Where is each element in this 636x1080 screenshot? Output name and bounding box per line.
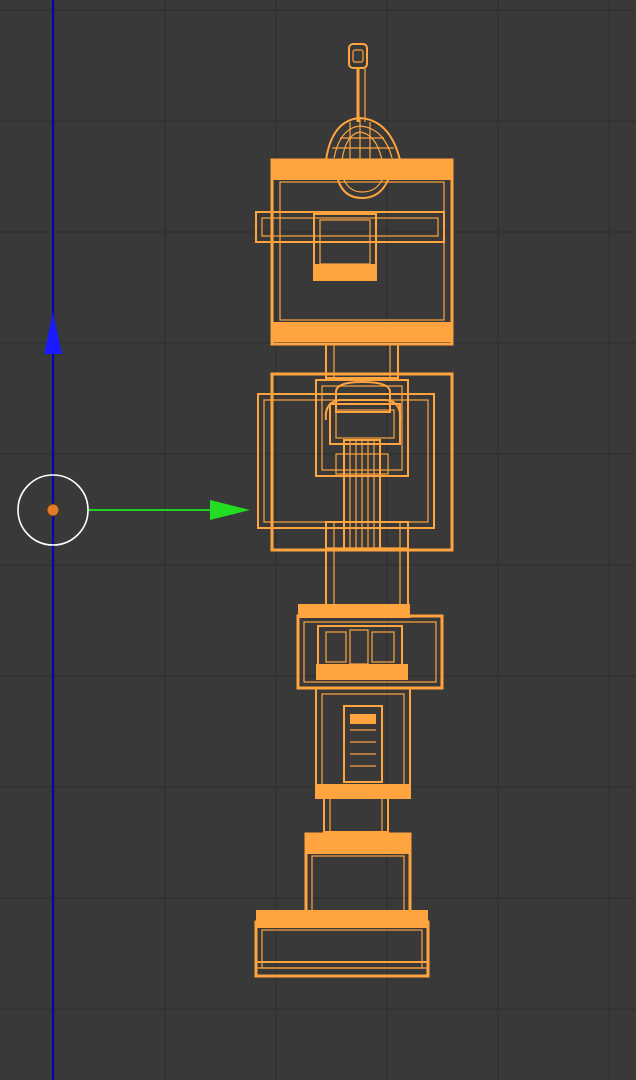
- base-plate: [254, 910, 430, 978]
- waist: [325, 521, 409, 607]
- object-origin-icon[interactable]: [46, 503, 60, 517]
- hip-belt: [296, 604, 444, 690]
- z-axis-arrow-icon[interactable]: [44, 312, 62, 354]
- y-axis-arrow-icon[interactable]: [210, 500, 250, 520]
- antenna: [324, 43, 402, 161]
- lower-leg: [315, 687, 411, 799]
- ankle: [323, 797, 389, 833]
- pedestal: [304, 832, 412, 918]
- 3d-viewport[interactable]: [0, 0, 636, 1080]
- head-box: [255, 158, 454, 346]
- viewport-scene[interactable]: [0, 0, 636, 1080]
- torso: [257, 372, 454, 552]
- robot-tower-mesh[interactable]: [254, 43, 454, 978]
